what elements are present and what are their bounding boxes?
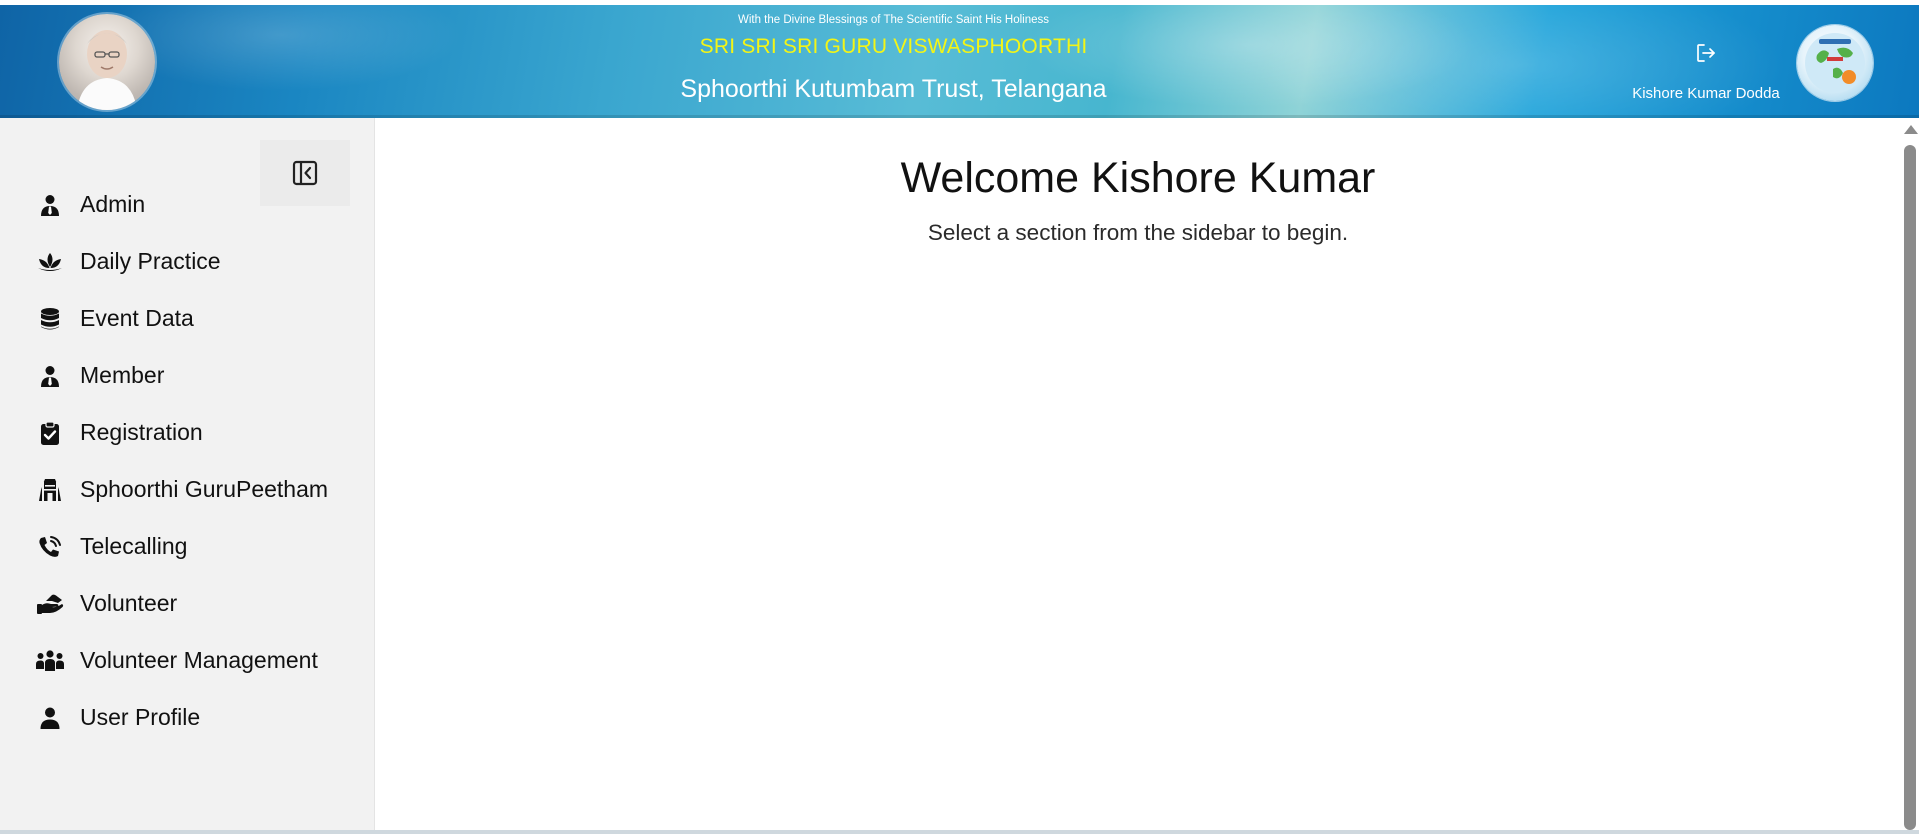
guru-photo (59, 14, 155, 110)
sidebar: Admin Daily Practice Event Data Member R… (0, 118, 375, 830)
blessing-text: With the Divine Blessings of The Scienti… (737, 14, 1050, 26)
sidebar-item-volunteer[interactable]: Volunteer (0, 575, 374, 632)
scrollbar-thumb[interactable] (1904, 145, 1916, 830)
sidebar-item-daily-practice[interactable]: Daily Practice (0, 233, 374, 290)
sidebar-item-user-profile[interactable]: User Profile (0, 689, 374, 746)
sidebar-item-label: Registration (80, 419, 203, 445)
phone-volume-icon (35, 532, 65, 562)
vertical-scrollbar[interactable] (1901, 118, 1919, 830)
header-titles: With the Divine Blessings of The Scienti… (560, 5, 1227, 118)
sidebar-item-member[interactable]: Member (0, 347, 374, 404)
welcome-subtitle: Select a section from the sidebar to beg… (927, 220, 1349, 245)
sidebar-item-telecalling[interactable]: Telecalling (0, 518, 374, 575)
user-name[interactable]: Kishore Kumar Dodda (1620, 85, 1792, 102)
sidebar-item-label: Volunteer Management (80, 647, 318, 673)
clipboard-check-icon (35, 418, 65, 448)
main-content: Welcome Kishore Kumar Select a section f… (375, 118, 1901, 830)
bottom-border (0, 830, 1919, 834)
welcome-title: Welcome Kishore Kumar (900, 154, 1376, 202)
user-tie-icon (35, 190, 65, 220)
sidebar-item-label: Member (80, 362, 165, 388)
sidebar-item-label: Volunteer (80, 590, 178, 616)
sidebar-item-label: Admin (80, 191, 146, 217)
sidebar-nav: Admin Daily Practice Event Data Member R… (0, 176, 374, 746)
logout-button[interactable] (1692, 39, 1720, 67)
logout-icon (1697, 44, 1715, 62)
sidebar-item-label: Event Data (80, 305, 194, 331)
sidebar-item-event-data[interactable]: Event Data (0, 290, 374, 347)
trust-name: Sphoorthi Kutumbam Trust, Telangana (680, 75, 1107, 103)
sidebar-item-sphoorthi-gurupeetham[interactable]: Sphoorthi GuruPeetham (0, 461, 374, 518)
sidebar-item-label: Sphoorthi GuruPeetham (80, 476, 329, 502)
sidebar-item-label: User Profile (80, 704, 201, 730)
sidebar-item-volunteer-management[interactable]: Volunteer Management (0, 632, 374, 689)
user-icon (35, 703, 65, 733)
scroll-up-arrow-icon[interactable] (1904, 125, 1918, 134)
sidebar-item-label: Telecalling (80, 533, 188, 559)
guru-name: SRI SRI SRI GURU VISWASPHOORTHI (699, 35, 1088, 58)
sidebar-item-registration[interactable]: Registration (0, 404, 374, 461)
sidebar-item-admin[interactable]: Admin (0, 176, 374, 233)
sidebar-item-label: Daily Practice (80, 248, 221, 274)
temple-icon (35, 475, 65, 505)
lotus-icon (35, 247, 65, 277)
database-icon (35, 304, 65, 334)
app-header: With the Divine Blessings of The Scienti… (0, 5, 1919, 118)
organization-logo (1797, 25, 1873, 101)
user-tie-icon (35, 361, 65, 391)
people-group-icon (35, 646, 65, 676)
hands-helping-icon (35, 589, 65, 619)
